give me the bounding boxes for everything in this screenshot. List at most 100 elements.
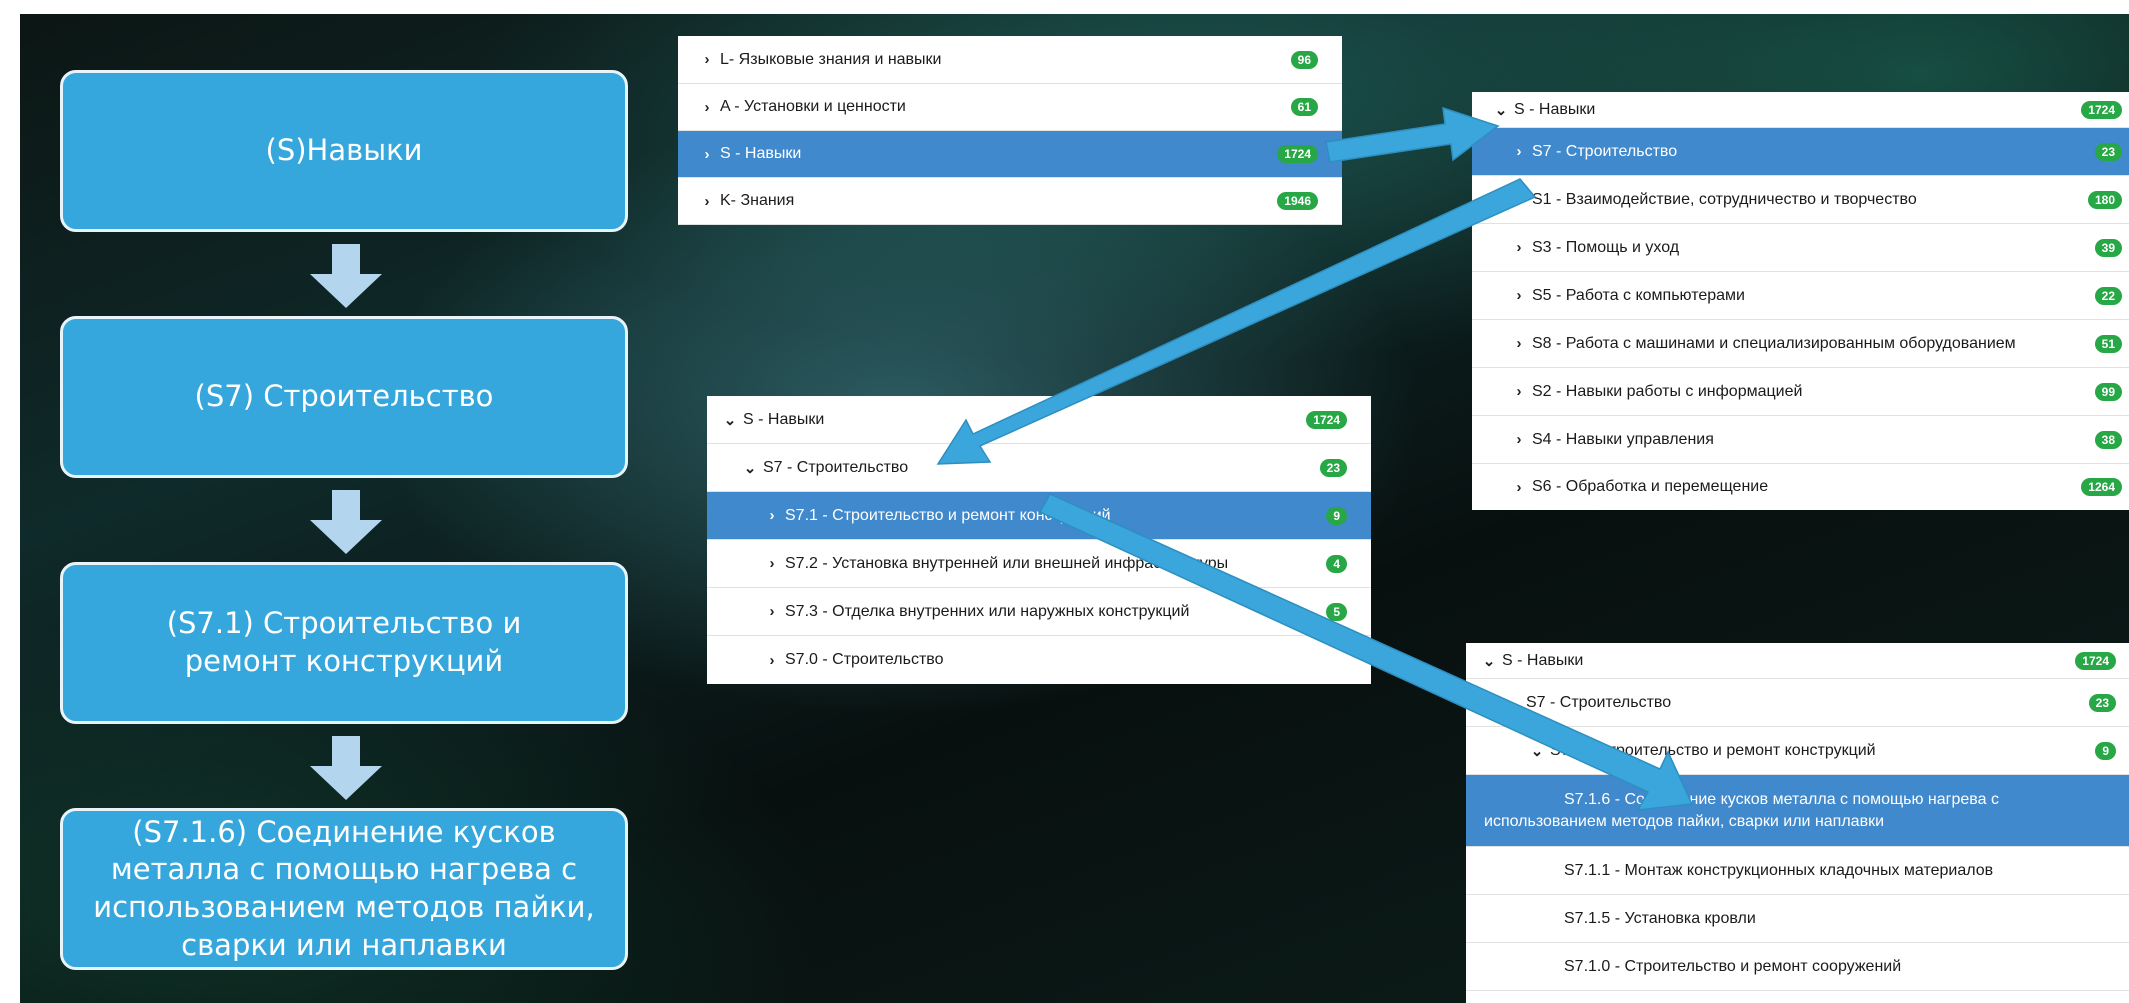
tree-row-label: S - Навыки xyxy=(1502,651,1584,669)
tree-panel-middle: ⌄ S - Навыки 1724 ⌄ S7 - Строительство 23 › S… xyxy=(707,396,1371,684)
flow-box-skills: (S)Навыки xyxy=(60,70,628,232)
tree-row-label: S3 - Помощь и уход xyxy=(1532,238,1680,256)
tree-row-s2[interactable]: › S2 - Навыки работы с информацией 99 xyxy=(1472,368,2129,416)
tree-row-label: S2 - Навыки работы с информацией xyxy=(1532,382,1803,400)
tree-row-label: S7.1 - Строительство и ремонт конструкци… xyxy=(785,506,1111,524)
count-badge: 1264 xyxy=(2081,478,2122,496)
chevron-down-icon: ⌄ xyxy=(723,411,737,429)
tree-row-label: S7 - Строительство xyxy=(763,458,909,476)
chevron-right-icon: › xyxy=(1516,431,1522,448)
tree-row-s7[interactable]: › S7 - Строительство 23 xyxy=(1472,128,2129,176)
tree-row-label: S7.1.0 - Строительство и ремонт сооружен… xyxy=(1564,957,1902,975)
count-badge: 1724 xyxy=(2075,651,2116,670)
chevron-right-icon: › xyxy=(1516,478,1522,496)
tree-row-label: S - Навыки xyxy=(1514,100,1596,118)
chevron-down-icon: ⌄ xyxy=(1506,694,1520,712)
tree-row-s7-1-0[interactable]: S7.1.0 - Строительство и ремонт сооружен… xyxy=(1466,943,2129,991)
chevron-right-icon: › xyxy=(704,192,710,210)
tree-row-s[interactable]: ⌄ S - Навыки 1724 xyxy=(1472,92,2129,128)
tree-row-label: S7.1 - Строительство и ремонт конструкци… xyxy=(1550,741,1876,759)
tree-row-s7-1-5[interactable]: S7.1.5 - Установка кровли xyxy=(1466,895,2129,943)
chevron-right-icon: › xyxy=(769,555,775,572)
chevron-right-icon: › xyxy=(769,507,775,524)
down-arrow-icon xyxy=(310,736,382,800)
tree-row-label: S7.1.1 - Монтаж конструкционных кладочны… xyxy=(1564,861,1994,879)
count-badge: 9 xyxy=(1326,506,1347,525)
tree-row-s7[interactable]: ⌄ S7 - Строительство 23 xyxy=(707,444,1371,492)
tree-row-label: S7.2 - Установка внутренней или внешней … xyxy=(785,554,1229,572)
count-badge: 23 xyxy=(2094,142,2122,161)
flow-box-s7-1: (S7.1) Строительство и ремонт конструкци… xyxy=(60,562,628,724)
tree-row-s1[interactable]: › S1 - Взаимодействие, сотрудничество и т… xyxy=(1472,176,2129,224)
chevron-right-icon: › xyxy=(769,651,775,669)
tree-row-s7-2[interactable]: › S7.2 - Установка внутренней или внешней… xyxy=(707,540,1371,588)
count-badge: 180 xyxy=(2087,190,2122,209)
tree-row-s7-1-6[interactable]: S7.1.6 - Соединение кусков металла с пом… xyxy=(1466,775,2129,847)
chevron-down-icon: ⌄ xyxy=(1482,652,1496,670)
tree-panel-top: › L- Языковые знания и навыки 96 › A - Уста… xyxy=(678,36,1342,225)
chevron-right-icon: › xyxy=(1516,191,1522,208)
tree-panel-bottom: ⌄ S - Навыки 1724 ⌄ S7 - Строительство 23 ⌄ S… xyxy=(1466,643,2129,1003)
flow-box-skills-text: (S)Навыки xyxy=(265,133,423,168)
tree-row-label: K- Знания xyxy=(720,192,795,209)
chevron-down-icon: ⌄ xyxy=(743,459,757,477)
tree-row-s7-1-1[interactable]: S7.1.1 - Монтаж конструкционных кладочны… xyxy=(1466,847,2129,895)
count-badge: 5 xyxy=(1326,602,1347,621)
tree-row-label: S7.3 - Отделка внутренних или наружных к… xyxy=(785,602,1190,620)
tree-row-label: S4 - Навыки управления xyxy=(1532,430,1714,448)
tree-row-label: S - Навыки xyxy=(743,410,825,428)
tree-row-label: S5 - Работа с компьютерами xyxy=(1532,286,1745,304)
chevron-down-icon: ⌄ xyxy=(1530,742,1544,760)
count-badge: 51 xyxy=(2094,334,2122,353)
tree-row-l[interactable]: › L- Языковые знания и навыки 96 xyxy=(678,36,1342,84)
count-badge: 9 xyxy=(2095,741,2116,760)
tree-row-label: S7 - Строительство xyxy=(1526,693,1672,711)
chevron-down-icon: ⌄ xyxy=(1494,101,1508,119)
chevron-right-icon: › xyxy=(1516,143,1522,160)
flow-box-s7-1-text: (S7.1) Строительство и ремонт конструкци… xyxy=(166,606,522,678)
tree-row-s7-1[interactable]: ⌄ S7.1 - Строительство и ремонт конструкц… xyxy=(1466,727,2129,775)
count-badge: 22 xyxy=(2094,286,2122,305)
flow-box-s7-1-6-text: (S7.1.6) Соединение кусков металла с пом… xyxy=(93,814,595,962)
tree-row-s7-3[interactable]: › S7.3 - Отделка внутренних или наружных … xyxy=(707,588,1371,636)
tree-row-label: S6 - Обработка и перемещение xyxy=(1532,478,1769,495)
tree-row-a[interactable]: › A - Установки и ценности 61 xyxy=(678,84,1342,131)
tree-row-label: S7 - Строительство xyxy=(1532,142,1678,160)
tree-row-label: S7.1.5 - Установка кровли xyxy=(1564,909,1756,927)
tree-row-label-line2: использованием методов пайки, сварки или… xyxy=(1484,813,1885,830)
count-badge: 4 xyxy=(1326,554,1347,573)
tree-row-s8[interactable]: › S8 - Работа с машинами и специализирова… xyxy=(1472,320,2129,368)
count-badge: 1946 xyxy=(1277,192,1318,210)
tree-row-s[interactable]: ⌄ S - Навыки 1724 xyxy=(1466,643,2129,679)
tree-row-k[interactable]: › K- Знания 1946 xyxy=(678,178,1342,225)
count-badge: 1724 xyxy=(2081,100,2122,119)
down-arrow-icon xyxy=(310,490,382,554)
tree-panel-right: ⌄ S - Навыки 1724 › S7 - Строительство 23 › S… xyxy=(1472,92,2129,510)
down-arrow-icon xyxy=(310,244,382,308)
tree-row-s7-1[interactable]: › S7.1 - Строительство и ремонт конструкц… xyxy=(707,492,1371,540)
slide-background: (S)Навыки (S7) Строительство (S7.1) Стро… xyxy=(20,14,2129,1003)
tree-row-s5[interactable]: › S5 - Работа с компьютерами 22 xyxy=(1472,272,2129,320)
tree-row-s4[interactable]: › S4 - Навыки управления 38 xyxy=(1472,416,2129,464)
tree-row-s6[interactable]: › S6 - Обработка и перемещение 1264 xyxy=(1472,464,2129,510)
count-badge: 38 xyxy=(2094,430,2122,449)
tree-row-label: S7.0 - Строительство xyxy=(785,651,944,668)
chevron-right-icon: › xyxy=(1516,287,1522,304)
flow-box-s7-text: (S7) Строительство xyxy=(194,379,494,414)
tree-row-s[interactable]: ⌄ S - Навыки 1724 xyxy=(707,396,1371,444)
count-badge: 61 xyxy=(1290,98,1318,116)
tree-row-s[interactable]: › S - Навыки 1724 xyxy=(678,131,1342,178)
tree-row-s7-0[interactable]: › S7.0 - Строительство xyxy=(707,636,1371,684)
tree-row-label: S1 - Взаимодействие, сотрудничество и тв… xyxy=(1532,190,1917,208)
count-badge: 1724 xyxy=(1306,410,1347,429)
tree-row-s7[interactable]: ⌄ S7 - Строительство 23 xyxy=(1466,679,2129,727)
tree-row-label: S8 - Работа с машинами и специализирован… xyxy=(1532,334,2016,352)
tree-row-s3[interactable]: › S3 - Помощь и уход 39 xyxy=(1472,224,2129,272)
count-badge: 1724 xyxy=(1277,145,1318,163)
count-badge: 23 xyxy=(1319,458,1347,477)
chevron-right-icon: › xyxy=(1516,239,1522,256)
count-badge: 96 xyxy=(1290,50,1318,69)
flow-box-s7-1-6: (S7.1.6) Соединение кусков металла с пом… xyxy=(60,808,628,970)
tree-row-label: A - Установки и ценности xyxy=(720,98,906,115)
chevron-right-icon: › xyxy=(1516,335,1522,352)
